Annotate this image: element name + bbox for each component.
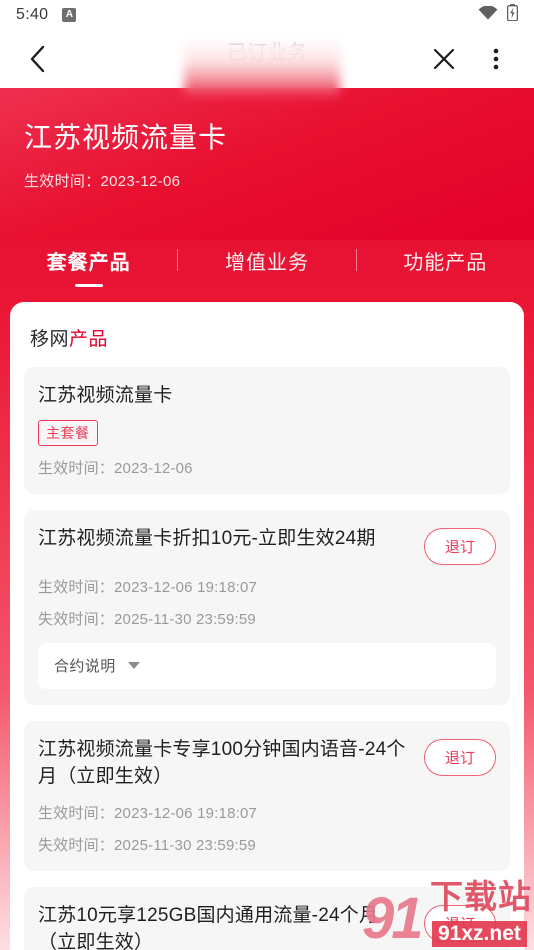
hero-header: 江苏视频流量卡 生效时间：2023-12-06 [0, 88, 534, 240]
contract-description-label: 合约说明 [54, 658, 116, 676]
plan-effective-date: 生效时间：2023-12-06 [24, 173, 181, 190]
tab-label: 功能产品 [403, 252, 488, 274]
battery-charging-icon [506, 4, 519, 26]
tab-label: 套餐产品 [46, 252, 131, 274]
item-header-row: 江苏10元享125GB国内通用流量-24个月（立即生效） 退订 [38, 903, 496, 950]
item-effective-time: 生效时间：2023-12-06 19:18:07 [38, 804, 258, 822]
product-card: 移网产品 江苏视频流量卡 主套餐 生效时间：2023-12-06 江苏视频流量卡… [10, 302, 524, 950]
item-title: 江苏视频流量卡专享100分钟国内语音-24个月（立即生效） [38, 738, 406, 787]
item-expiry-time: 失效时间：2025-11-30 23:59:59 [38, 610, 256, 628]
nav-actions [424, 37, 516, 81]
item-header-row: 江苏视频流量卡 [38, 383, 496, 410]
card-heading: 移网产品 [24, 318, 510, 367]
list-item[interactable]: 江苏视频流量卡折扣10元-立即生效24期 退订 生效时间：2023-12-06 … [24, 509, 510, 705]
wifi-icon [478, 5, 498, 25]
more-vertical-icon [493, 48, 499, 70]
item-header-row: 江苏视频流量卡折扣10元-立即生效24期 退订 [38, 526, 496, 565]
app-screen: 5:40 A 已订业务 江苏视频流量卡 生效时间：2023-12-06 套餐产品… [0, 0, 534, 950]
content-scroll-area[interactable]: 移网产品 江苏视频流量卡 主套餐 生效时间：2023-12-06 江苏视频流量卡… [0, 302, 534, 950]
tab-value-added-services[interactable]: 增值业务 [178, 246, 355, 287]
item-title: 江苏10元享125GB国内通用流量-24个月（立即生效） [38, 904, 379, 950]
tab-bar: 套餐产品 增值业务 功能产品 [0, 240, 534, 302]
overflow-menu-button[interactable] [476, 37, 516, 81]
item-title: 江苏视频流量卡折扣10元-立即生效24期 [38, 527, 376, 549]
close-icon [433, 48, 455, 70]
list-item[interactable]: 江苏视频流量卡专享100分钟国内语音-24个月（立即生效） 退订 生效时间：20… [24, 720, 510, 871]
chevron-left-icon [30, 45, 45, 73]
list-item[interactable]: 江苏10元享125GB国内通用流量-24个月（立即生效） 退订 生效时间：202… [24, 886, 510, 950]
plan-name: 江苏视频流量卡 [24, 122, 228, 153]
unsubscribe-button[interactable]: 退订 [423, 738, 496, 776]
tab-label: 增值业务 [224, 252, 309, 274]
item-effective-time: 生效时间：2023-12-06 [38, 459, 193, 477]
status-icons [478, 4, 519, 26]
status-time: 5:40 [16, 6, 49, 23]
list-item[interactable]: 江苏视频流量卡 主套餐 生效时间：2023-12-06 [24, 367, 510, 494]
top-navigation-bar: 已订业务 [0, 30, 534, 88]
item-title: 江苏视频流量卡 [38, 385, 173, 406]
card-heading-plain: 移网 [30, 329, 70, 350]
status-bar: 5:40 A [0, 0, 534, 30]
back-button[interactable] [18, 37, 58, 81]
status-badge: 主套餐 [38, 419, 98, 446]
item-effective-time: 生效时间：2023-12-06 19:18:07 [38, 578, 258, 596]
close-button[interactable] [424, 37, 464, 81]
tab-active-indicator [74, 284, 103, 287]
card-heading-highlight: 产品 [69, 329, 109, 350]
app-badge-icon: A [62, 8, 77, 22]
tab-function-products[interactable]: 功能产品 [357, 246, 534, 287]
unsubscribe-button[interactable]: 退订 [423, 904, 496, 942]
chevron-down-icon [127, 662, 140, 670]
contract-description-toggle[interactable]: 合约说明 [38, 642, 496, 689]
item-header-row: 江苏视频流量卡专享100分钟国内语音-24个月（立即生效） 退订 [38, 737, 496, 791]
item-expiry-time: 失效时间：2025-11-30 23:59:59 [38, 836, 256, 854]
tab-package-products[interactable]: 套餐产品 [0, 246, 177, 287]
unsubscribe-button[interactable]: 退订 [423, 527, 496, 565]
